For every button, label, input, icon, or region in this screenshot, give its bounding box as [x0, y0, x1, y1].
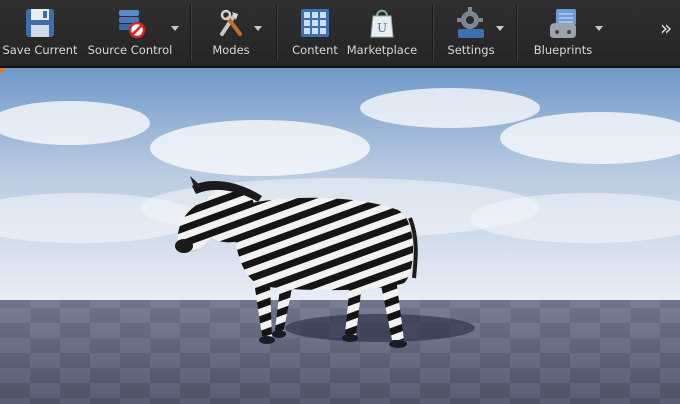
source-control-button[interactable]: Source Control — [84, 0, 176, 66]
blueprints-icon — [550, 9, 576, 38]
marketplace-button[interactable]: U Marketplace — [346, 0, 418, 66]
viewport-corner-marker — [0, 68, 6, 74]
zebra-shadow — [285, 314, 475, 342]
modes-chevron-down-icon[interactable] — [254, 26, 262, 31]
blueprints-label: Blueprints — [533, 43, 593, 57]
modes-button[interactable]: Modes — [200, 0, 262, 66]
marketplace-label: Marketplace — [346, 43, 418, 57]
toolbar-separator — [516, 4, 518, 62]
toolbar-overflow-chevron-icon[interactable]: » — [660, 18, 676, 38]
toolbar-separator — [190, 4, 192, 62]
floppy-disk-icon — [26, 9, 54, 37]
modes-tools-icon — [220, 9, 242, 36]
source-control-icon — [119, 10, 146, 39]
content-label: Content — [292, 43, 338, 57]
main-toolbar: Save Current Source Control Modes Conten… — [0, 0, 680, 68]
blueprints-chevron-down-icon[interactable] — [595, 26, 603, 31]
modes-label: Modes — [212, 43, 250, 57]
content-grid-icon — [301, 9, 329, 37]
settings-label: Settings — [447, 43, 495, 57]
source-control-label: Source Control — [87, 43, 173, 57]
blueprints-button[interactable]: Blueprints — [528, 0, 598, 66]
svg-text:U: U — [377, 21, 387, 35]
save-current-button[interactable]: Save Current — [0, 0, 80, 66]
save-current-label: Save Current — [2, 43, 78, 57]
toolbar-separator — [276, 4, 278, 62]
source-control-chevron-down-icon[interactable] — [171, 26, 179, 31]
toolbar-separator — [432, 4, 434, 62]
level-viewport[interactable] — [0, 68, 680, 404]
settings-chevron-down-icon[interactable] — [496, 26, 504, 31]
settings-gear-icon — [457, 7, 484, 38]
marketplace-bag-icon: U — [370, 9, 394, 38]
content-button[interactable]: Content — [286, 0, 344, 66]
settings-button[interactable]: Settings — [442, 0, 500, 66]
viewport-scene — [0, 68, 680, 404]
